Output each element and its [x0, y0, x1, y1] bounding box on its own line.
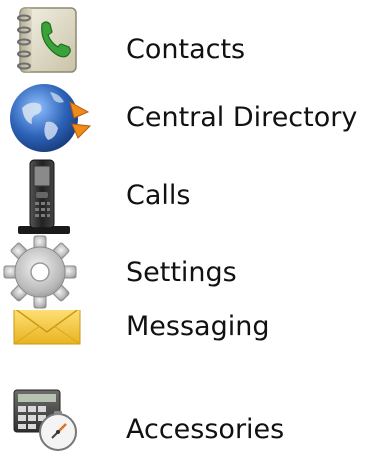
menu-item-contacts[interactable]: Contacts	[0, 6, 380, 82]
main-menu: Contacts Central Directory Calls Setting…	[0, 0, 380, 454]
menu-item-settings[interactable]: Settings	[0, 234, 380, 310]
envelope-icon	[0, 310, 100, 386]
phone-icon	[0, 158, 100, 234]
globe-icon	[0, 82, 100, 158]
calculator-clock-icon	[0, 386, 100, 462]
address-book-icon	[0, 6, 100, 82]
menu-item-calls[interactable]: Calls	[0, 158, 380, 234]
menu-item-label: Messaging	[126, 311, 270, 342]
menu-item-central-directory[interactable]: Central Directory	[0, 82, 380, 158]
menu-item-accessories[interactable]: Accessories	[0, 386, 380, 462]
gear-icon	[0, 234, 100, 310]
menu-item-label: Central Directory	[126, 102, 358, 133]
menu-item-label: Contacts	[126, 34, 246, 65]
menu-item-label: Accessories	[126, 414, 285, 445]
menu-item-label: Settings	[126, 257, 237, 288]
menu-item-messaging[interactable]: Messaging	[0, 310, 380, 386]
menu-item-label: Calls	[126, 180, 191, 211]
